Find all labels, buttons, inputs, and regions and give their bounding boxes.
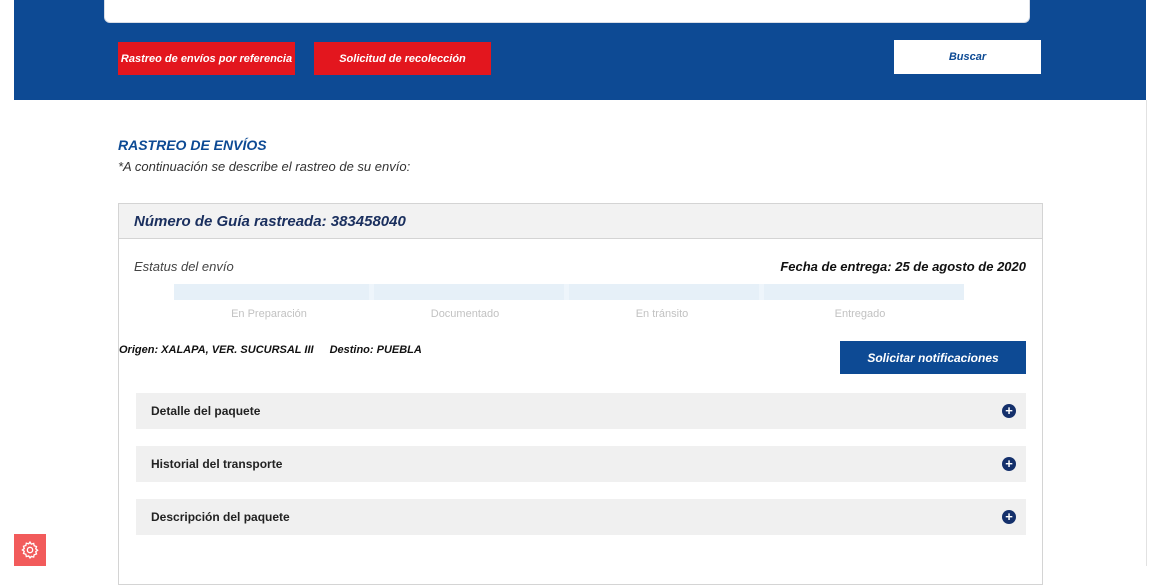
shipment-status-label: Estatus del envío [134,259,234,274]
route-info: Origen: XALAPA, VER. SUCURSAL III Destin… [119,344,422,356]
progress-segment [174,284,369,300]
page-subtitle: *A continuación se describe el rastreo d… [118,159,411,174]
destination-label: Destino: PUEBLA [329,344,422,356]
request-notifications-button[interactable]: Solicitar notificaciones [840,341,1026,374]
search-input[interactable] [104,0,1030,23]
accordion-label: Descripción del paquete [151,510,290,524]
accordion-package-description[interactable]: Descripción del paquete + [136,499,1026,535]
pickup-request-button[interactable]: Solicitud de recolección [314,42,491,75]
progress-segment [764,284,964,300]
card-header: Número de Guía rastreada: 383458040 [119,204,1042,239]
page-title: RASTREO DE ENVÍOS [118,137,267,153]
delivery-date: Fecha de entrega: 25 de agosto de 2020 [780,259,1026,274]
settings-button[interactable] [14,534,46,566]
tracking-number: Número de Guía rastreada: 383458040 [134,213,406,230]
tracking-by-reference-button[interactable]: Rastreo de envíos por referencia [118,42,295,75]
page-border [1146,100,1147,566]
status-progress-bar [174,284,964,300]
step-entregado: Entregado [834,308,886,320]
plus-circle-icon[interactable]: + [1002,404,1016,418]
step-en-transito: En tránsito [635,308,689,320]
plus-circle-icon[interactable]: + [1002,510,1016,524]
origin-label: Origen: XALAPA, VER. SUCURSAL III [119,344,314,356]
plus-circle-icon[interactable]: + [1002,457,1016,471]
progress-segment [569,284,759,300]
accordion-label: Detalle del paquete [151,404,261,418]
accordion-transport-history[interactable]: Historial del transporte + [136,446,1026,482]
progress-segment [374,284,564,300]
tracking-card: Número de Guía rastreada: 383458040 Esta… [118,203,1043,585]
step-documentado: Documentado [430,308,500,320]
search-button[interactable]: Buscar [894,40,1041,74]
accordion-package-detail[interactable]: Detalle del paquete + [136,393,1026,429]
gear-icon [21,540,39,560]
accordion-label: Historial del transporte [151,457,283,471]
step-preparacion: En Preparación [231,308,307,320]
